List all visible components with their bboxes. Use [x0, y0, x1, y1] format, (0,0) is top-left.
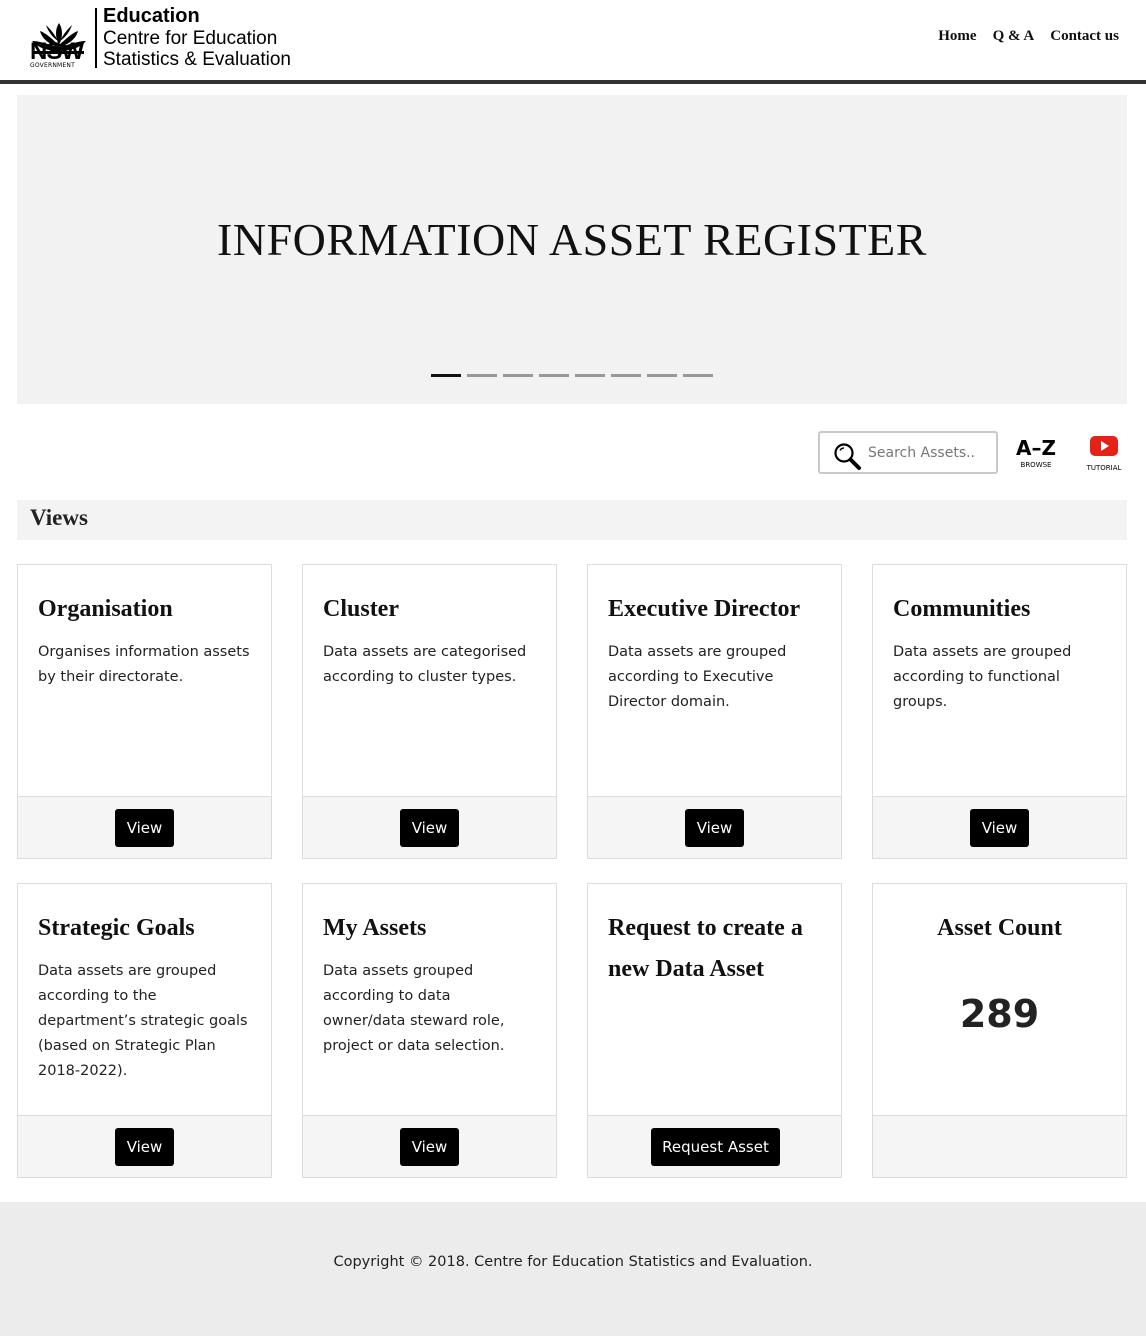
youtube-play-icon [1090, 436, 1118, 456]
search-input[interactable] [868, 442, 993, 464]
carousel-indicators [431, 374, 713, 377]
search-icon [834, 443, 861, 470]
view-strategic-goals-button[interactable]: View [115, 1128, 174, 1166]
carousel-indicator[interactable] [647, 374, 677, 377]
card-title: Executive Director [608, 596, 801, 622]
carousel-indicator[interactable] [611, 374, 641, 377]
nav-home-link[interactable]: Home [938, 28, 976, 45]
view-cluster-button[interactable]: View [400, 809, 459, 847]
az-browse-button[interactable]: A–Z BROWSE [1012, 436, 1060, 470]
view-organisation-button[interactable]: View [115, 809, 174, 847]
carousel-indicator[interactable] [503, 374, 533, 377]
card-strategic-goals: Strategic Goals Data assets are grouped … [17, 883, 272, 1178]
az-browse-label: A–Z [1016, 436, 1056, 460]
card-footer: View [18, 1115, 271, 1177]
card-title: Organisation [38, 596, 173, 622]
card-description: Organises information assets by their di… [38, 644, 250, 685]
nav-qa-link[interactable]: Q & A [993, 28, 1035, 45]
card-footer: View [588, 796, 841, 858]
card-my-assets: My Assets Data assets grouped according … [302, 883, 557, 1178]
card-description: Data assets are grouped according to fun… [893, 644, 1072, 710]
carousel-indicator[interactable] [539, 374, 569, 377]
card-title: Request to create a new Data Asset [608, 915, 803, 982]
card-description: Data assets are grouped according to the… [38, 963, 248, 1079]
nsw-education-logo[interactable]: NSW GOVERNMENT Education Centre for Educ… [28, 5, 318, 71]
asset-count-title: Asset Count [937, 915, 1062, 941]
views-title: Views [30, 505, 88, 530]
tutorial-label: TUTORIAL [1086, 464, 1122, 472]
logo-divider [95, 8, 97, 68]
carousel-indicator[interactable] [575, 374, 605, 377]
logo-line-centre: Centre for Education [103, 28, 278, 49]
card-footer [873, 1115, 1126, 1177]
view-communities-button[interactable]: View [970, 809, 1029, 847]
card-footer: Request Asset [588, 1115, 841, 1177]
logo-line-statistics: Statistics & Evaluation [103, 49, 291, 70]
card-communities: Communities Data assets are grouped acco… [872, 564, 1127, 859]
nav-contact-link[interactable]: Contact us [1050, 28, 1119, 45]
az-browse-sub: BROWSE [1020, 461, 1052, 469]
search-box [818, 431, 998, 474]
card-request-asset: Request to create a new Data Asset Reque… [587, 883, 842, 1178]
view-executive-director-button[interactable]: View [685, 809, 744, 847]
carousel-indicator[interactable] [467, 374, 497, 377]
card-organisation: Organisation Organises information asset… [17, 564, 272, 859]
site-header: NSW GOVERNMENT Education Centre for Educ… [0, 0, 1146, 80]
copyright-text: Copyright © 2018. Centre for Education S… [333, 1254, 813, 1270]
asset-count-value: 289 [959, 992, 1040, 1036]
card-executive-director: Executive Director Data assets are group… [587, 564, 842, 859]
card-description: Data assets are categorised according to… [323, 644, 527, 685]
tutorial-button[interactable]: TUTORIAL [1080, 436, 1128, 473]
card-title: Strategic Goals [38, 915, 195, 941]
card-cluster: Cluster Data assets are categorised acco… [302, 564, 557, 859]
main-nav: Home Q & A Contact us [938, 28, 1119, 45]
card-title: Communities [893, 596, 1031, 622]
card-footer: View [18, 796, 271, 858]
card-title: Cluster [323, 596, 399, 622]
card-footer: View [303, 796, 556, 858]
hero-title: INFORMATION ASSET REGISTER [217, 214, 927, 265]
views-section-header: Views [17, 500, 1127, 540]
card-description: Data assets are grouped according to Exe… [608, 644, 787, 710]
carousel-indicator[interactable] [683, 374, 713, 377]
site-footer: Copyright © 2018. Centre for Education S… [0, 1202, 1146, 1336]
header-divider [0, 80, 1146, 84]
request-asset-button[interactable]: Request Asset [651, 1128, 780, 1166]
card-footer: View [303, 1115, 556, 1177]
hero-carousel: INFORMATION ASSET REGISTER [17, 95, 1127, 404]
carousel-indicator[interactable] [431, 374, 461, 377]
card-title: My Assets [323, 915, 427, 941]
card-footer: View [873, 796, 1126, 858]
logo-line-education: Education [103, 5, 200, 27]
card-asset-count: Asset Count 289 [872, 883, 1127, 1178]
card-description: Data assets grouped according to data ow… [323, 963, 505, 1054]
logo-government-text: GOVERNMENT [30, 62, 75, 69]
view-my-assets-button[interactable]: View [400, 1128, 459, 1166]
